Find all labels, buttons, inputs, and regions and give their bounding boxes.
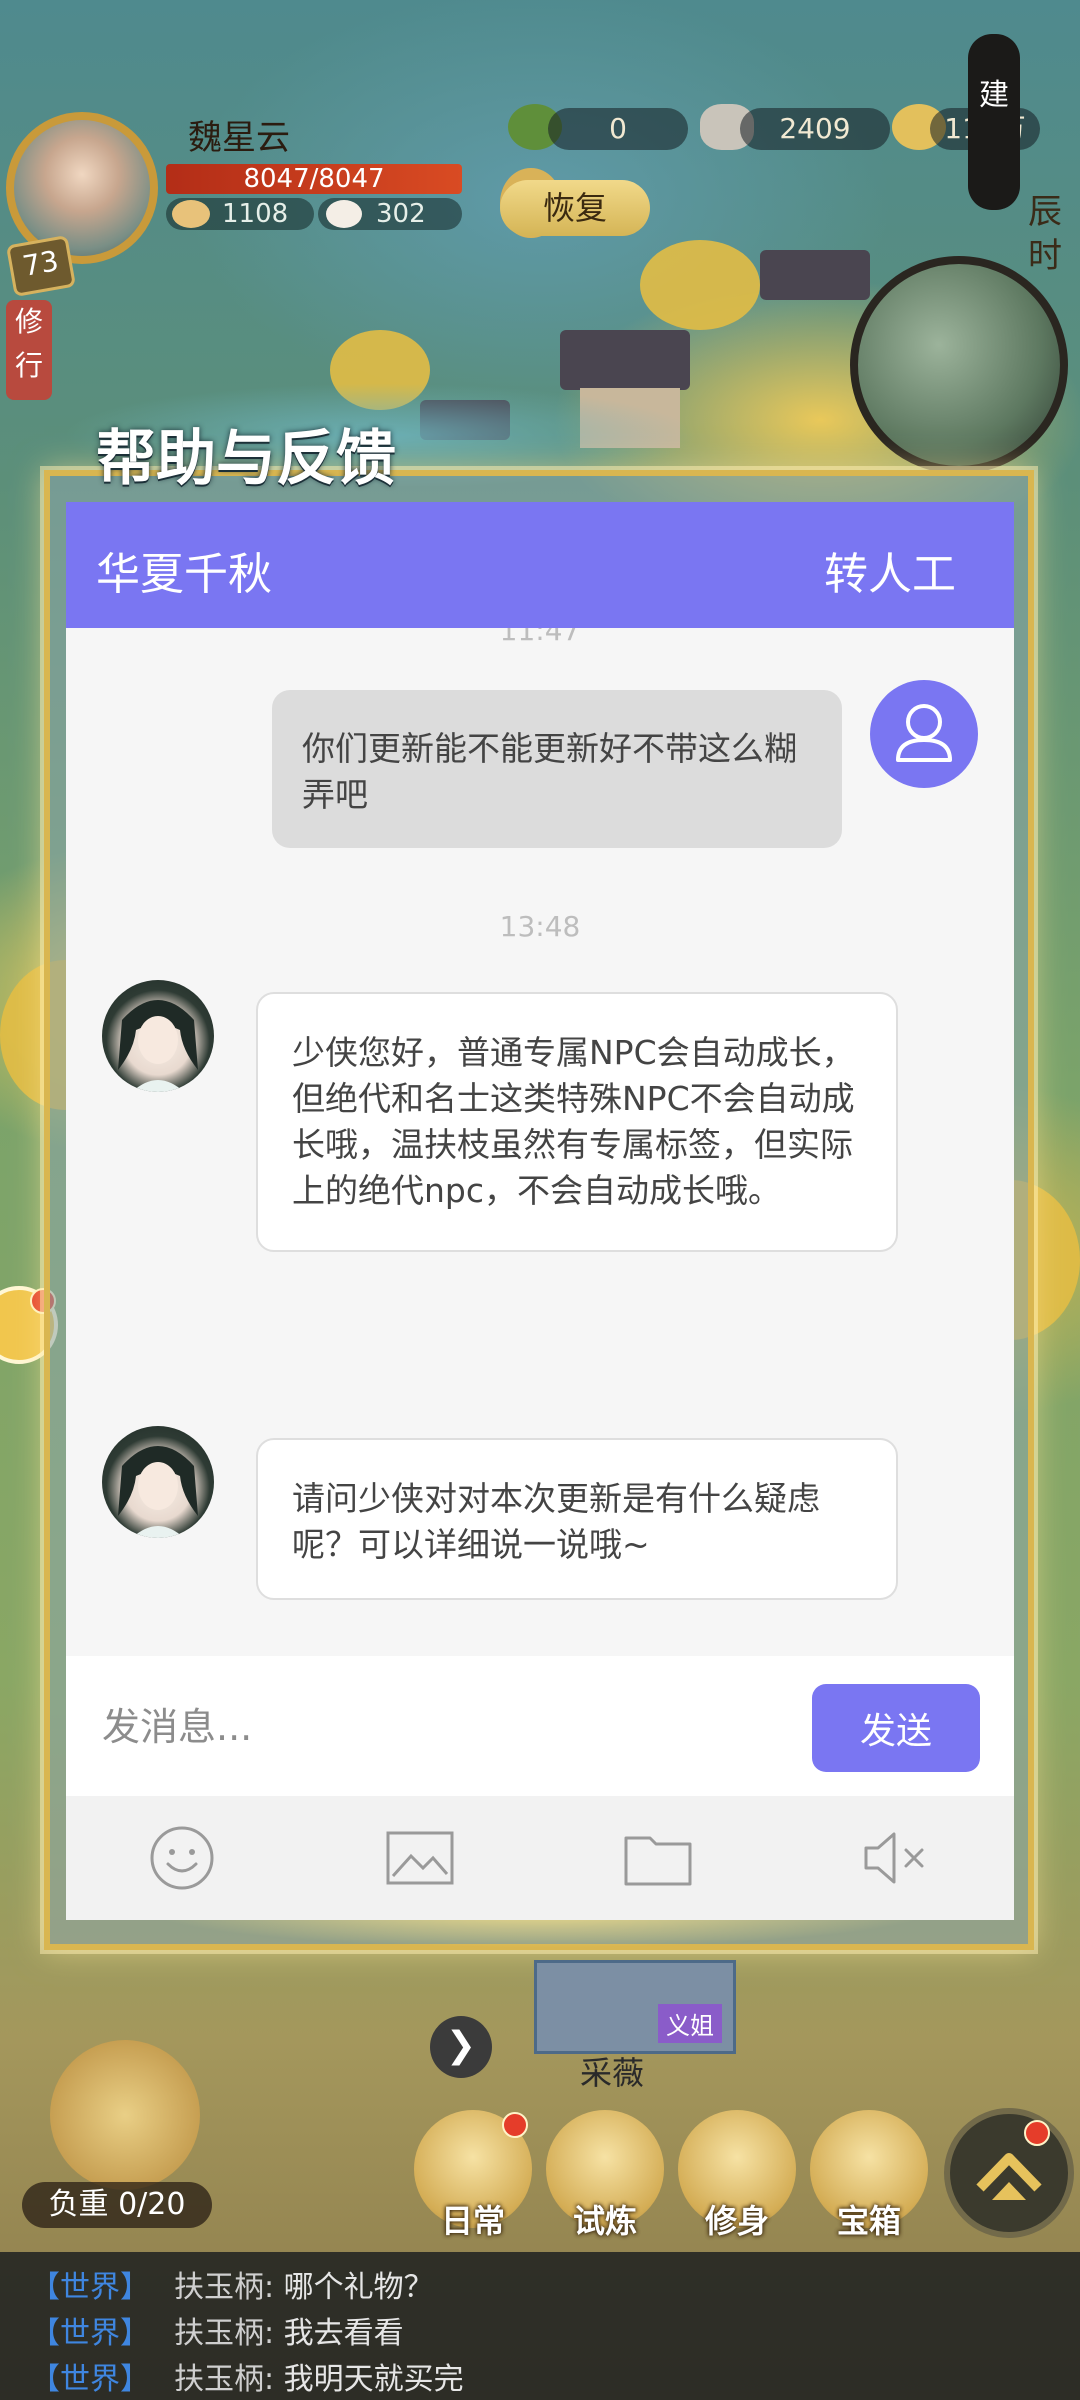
hp-bar: 8047/8047 xyxy=(166,164,462,194)
support-chat-window: 华夏千秋 转人工 11:47 你们更新能不能更新好不带这么糊弄吧 13:48 少… xyxy=(66,502,1014,1920)
chat-toolbar xyxy=(66,1796,1014,1920)
send-button[interactable]: 发送 xyxy=(812,1684,980,1772)
chat-header-title: 华夏千秋 xyxy=(96,549,272,600)
support-message: 少侠您好，普通专属NPC会自动成长，但绝代和名士这类特殊NPC不会自动成长哦，温… xyxy=(256,992,898,1252)
player-level-badge: 73 xyxy=(5,235,77,297)
expand-menu-button[interactable] xyxy=(944,2108,1074,2238)
image-icon[interactable] xyxy=(380,1822,460,1894)
bun-icon xyxy=(326,200,362,228)
message-input-row: 发送 xyxy=(66,1656,1014,1796)
silver-resource[interactable]: 2409 xyxy=(740,108,890,150)
world-chat-panel[interactable]: 【世界】 扶玉柄: 哪个礼物？ 【世界】 扶玉柄: 我去看看 【世界】 扶玉柄: 我明… xyxy=(0,2252,1080,2400)
chat-channel: 【世界】 xyxy=(30,2270,150,2305)
player-name: 魏星云 xyxy=(188,118,290,158)
chevron-up-icon xyxy=(976,2153,1042,2200)
support-agent-avatar xyxy=(102,980,214,1092)
food-stat-value: 1108 xyxy=(222,199,289,229)
chat-channel: 【世界】 xyxy=(30,2316,150,2351)
next-arrow-button[interactable]: ❯ xyxy=(430,2016,492,2078)
chat-text: 我明天就买完 xyxy=(283,2362,464,2397)
user-message: 你们更新能不能更新好不带这么糊弄吧 xyxy=(272,690,842,848)
message-timestamp: 11:47 xyxy=(499,628,581,647)
weight-indicator: 负重 0/20 xyxy=(22,2182,212,2228)
companion-tag: 义姐 xyxy=(658,2004,722,2043)
bun-stat-value: 302 xyxy=(376,199,426,229)
trial-label: 试炼 xyxy=(572,2202,637,2240)
folder-icon[interactable] xyxy=(618,1822,698,1894)
message-timestamp: 13:48 xyxy=(499,910,581,943)
restore-button[interactable]: 恢复 xyxy=(500,180,650,236)
daily-label: 日常 xyxy=(440,2202,505,2240)
user-avatar xyxy=(870,680,978,788)
chat-text: 哪个礼物？ xyxy=(283,2270,434,2305)
world-chat-line: 【世界】 扶玉柄: 哪个礼物？ xyxy=(30,2262,434,2306)
transfer-to-human-button[interactable]: 转人工 xyxy=(824,538,956,602)
chat-channel: 【世界】 xyxy=(30,2362,150,2397)
build-tag[interactable]: 建 xyxy=(968,34,1020,210)
world-chat-line: 【世界】 扶玉柄: 我去看看 xyxy=(30,2308,404,2352)
person-icon xyxy=(896,704,952,762)
treasure-chest-label: 宝箱 xyxy=(836,2202,901,2240)
time-of-day: 辰时 xyxy=(1028,192,1062,276)
cart-icon[interactable] xyxy=(50,2040,200,2190)
food-stat: 1108 xyxy=(166,198,314,230)
bun-stat: 302 xyxy=(318,198,462,230)
notification-dot xyxy=(502,2112,528,2138)
world-chat-line: 【世界】 扶玉柄: 我明天就买完 xyxy=(30,2354,464,2398)
tree xyxy=(640,240,760,330)
message-input[interactable] xyxy=(100,1688,804,1766)
bowl-icon xyxy=(172,200,210,228)
companion-name: 采薇 xyxy=(580,2054,645,2092)
support-agent-avatar xyxy=(102,1426,214,1538)
chat-sender: 扶玉柄: xyxy=(174,2362,275,2397)
chat-text: 我去看看 xyxy=(283,2316,404,2351)
emoji-icon[interactable] xyxy=(142,1822,222,1894)
dialog-title: 帮助与反馈 xyxy=(96,424,396,494)
building-roof xyxy=(760,250,870,300)
chat-header: 华夏千秋 转人工 xyxy=(66,502,1014,628)
cultivation-label: 修身 xyxy=(704,2202,769,2240)
support-message: 请问少侠对对本次更新是有什么疑虑呢？可以详细说一说哦~ xyxy=(256,1438,898,1600)
chat-sender: 扶玉柄: xyxy=(174,2316,275,2351)
message-list[interactable]: 11:47 你们更新能不能更新好不带这么糊弄吧 13:48 少侠您好，普通专属N… xyxy=(66,628,1014,1656)
notification-dot xyxy=(1024,2120,1050,2146)
mute-icon[interactable] xyxy=(856,1822,936,1894)
chat-sender: 扶玉柄: xyxy=(174,2270,275,2305)
jade-resource[interactable]: 0 xyxy=(548,108,688,150)
